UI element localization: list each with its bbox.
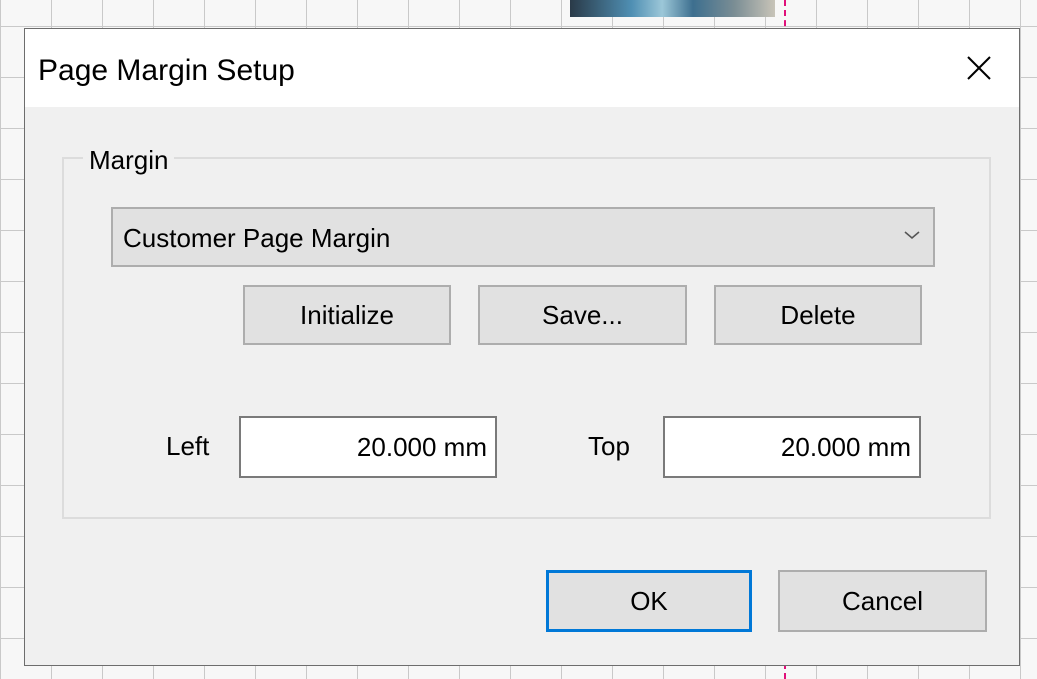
delete-button[interactable]: Delete <box>714 285 922 345</box>
top-margin-label: Top <box>588 431 630 461</box>
dialog-title-bar: Page Margin Setup <box>25 29 1019 107</box>
close-button[interactable] <box>939 29 1019 107</box>
cancel-button[interactable]: Cancel <box>778 570 987 632</box>
dialog-title: Page Margin Setup <box>38 54 295 87</box>
left-margin-field[interactable]: 20.000 mm <box>239 416 497 478</box>
ok-button[interactable]: OK <box>546 570 752 632</box>
left-margin-label: Left <box>166 431 210 461</box>
chevron-down-icon <box>904 231 920 240</box>
margin-preset-dropdown[interactable]: Customer Page Margin <box>111 207 935 267</box>
margin-group-label: Margin <box>83 145 175 176</box>
top-margin-field[interactable]: 20.000 mm <box>663 416 921 478</box>
background-photo-fragment <box>570 0 775 17</box>
save-button[interactable]: Save... <box>478 285 687 345</box>
margin-preset-value: Customer Page Margin <box>123 223 391 253</box>
initialize-button[interactable]: Initialize <box>243 285 451 345</box>
close-icon <box>967 56 991 80</box>
page-margin-setup-dialog: Page Margin Setup Margin Customer Page M… <box>24 28 1020 666</box>
